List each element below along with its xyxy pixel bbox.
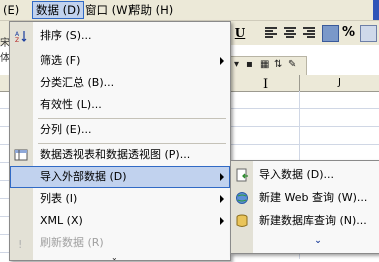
table-icon[interactable]: ▦ xyxy=(260,59,269,70)
menu-item-refresh-data: ! 刷新数据 (R) xyxy=(10,232,230,254)
menu-item-subtotals[interactable]: 分类汇总 (B)... xyxy=(10,72,230,94)
menu-item-xml[interactable]: XML (X) xyxy=(10,210,230,232)
submenu-arrow-icon xyxy=(220,195,224,203)
expand-submenu-chevron-icon[interactable]: ⌄ xyxy=(310,234,326,248)
menu-item-import-data[interactable]: 导入数据 (D)... xyxy=(231,164,379,186)
menu-item-label: 排序 (S)... xyxy=(40,29,92,42)
sort-icon[interactable]: ⇅ xyxy=(274,59,282,70)
menu-bar: (E) 数据 (D) 窗口 (W) 帮助 (H) xyxy=(0,0,379,21)
submenu-arrow-icon xyxy=(220,57,224,65)
menu-item-validation[interactable]: 有效性 (L)... xyxy=(10,94,230,116)
align-center-icon[interactable] xyxy=(284,27,296,39)
svg-text:!: ! xyxy=(18,238,22,250)
window-edge xyxy=(373,0,379,20)
data-menu: A Z 排序 (S)... 筛选 (F) 分类汇总 (B)... 有效性 (L)… xyxy=(9,21,231,262)
text-box-icon[interactable]: ▪ xyxy=(246,59,253,70)
menu-item-label: 导入外部数据 (D) xyxy=(40,170,127,183)
font-name-box[interactable]: 宋体 xyxy=(0,34,9,64)
menu-data[interactable]: 数据 (D) xyxy=(31,1,85,19)
database-query-icon xyxy=(236,214,248,227)
pivot-table-icon xyxy=(14,149,28,161)
menu-item-label: 导入数据 (D)... xyxy=(259,168,335,181)
menu-item-label: 数据透视表和数据透视图 (P)... xyxy=(40,148,191,161)
align-right-icon[interactable] xyxy=(303,27,315,39)
menu-item-filter[interactable]: 筛选 (F) xyxy=(10,50,230,72)
import-external-data-submenu: 导入数据 (D)... 新建 Web 查询 (W)... 新建数据库查询 (N)… xyxy=(230,160,379,254)
column-header-j[interactable]: J xyxy=(300,75,379,91)
submenu-arrow-icon xyxy=(220,217,224,225)
wrench-icon[interactable]: ✎ xyxy=(288,59,296,70)
import-data-icon xyxy=(236,168,248,182)
menu-item-label: 有效性 (L)... xyxy=(40,98,102,111)
refresh-icon: ! xyxy=(18,238,22,250)
menu-item-label: 分列 (E)... xyxy=(40,123,92,136)
text-cursor-icon: I xyxy=(263,77,269,92)
sort-ascending-icon: A Z xyxy=(15,31,27,43)
underline-button[interactable]: U xyxy=(233,24,247,42)
menu-item-label: XML (X) xyxy=(40,214,83,227)
expand-menu-chevron-icon[interactable]: ⌄ xyxy=(111,254,118,262)
merge-center-icon[interactable] xyxy=(322,25,339,42)
submenu-arrow-icon xyxy=(220,173,224,181)
menu-item-import-external-data[interactable]: 导入外部数据 (D) xyxy=(10,166,230,188)
drawing-toolbar: ▾ ▪ ▦ ⇅ ✎ xyxy=(229,56,307,76)
menu-item-sort[interactable]: A Z 排序 (S)... xyxy=(10,25,230,47)
menu-edit[interactable]: (E) xyxy=(0,2,22,18)
menu-item-label: 新建 Web 查询 (W)... xyxy=(259,191,368,204)
menu-item-label: 刷新数据 (R) xyxy=(40,236,104,249)
menu-item-pivot-table[interactable]: 数据透视表和数据透视图 (P)... xyxy=(10,144,230,166)
menu-item-label: 分类汇总 (B)... xyxy=(40,76,115,89)
percent-style-icon[interactable]: % xyxy=(342,25,355,40)
menu-item-new-web-query[interactable]: 新建 Web 查询 (W)... xyxy=(231,187,379,209)
menu-item-new-database-query[interactable]: 新建数据库查询 (N)... xyxy=(231,210,379,232)
menu-item-text-to-columns[interactable]: 分列 (E)... xyxy=(10,119,230,141)
menu-help[interactable]: 帮助 (H) xyxy=(126,2,176,18)
menu-item-label: 列表 (I) xyxy=(40,192,78,205)
svg-text:Z: Z xyxy=(15,37,19,43)
currency-style-icon[interactable] xyxy=(360,25,377,42)
menu-item-list[interactable]: 列表 (I) xyxy=(10,188,230,210)
menu-item-label: 新建数据库查询 (N)... xyxy=(259,214,367,227)
align-left-icon[interactable] xyxy=(265,27,277,39)
chevron-down-icon[interactable]: ▾ xyxy=(234,59,239,70)
web-query-icon xyxy=(236,192,248,204)
menu-item-label: 筛选 (F) xyxy=(40,54,81,67)
